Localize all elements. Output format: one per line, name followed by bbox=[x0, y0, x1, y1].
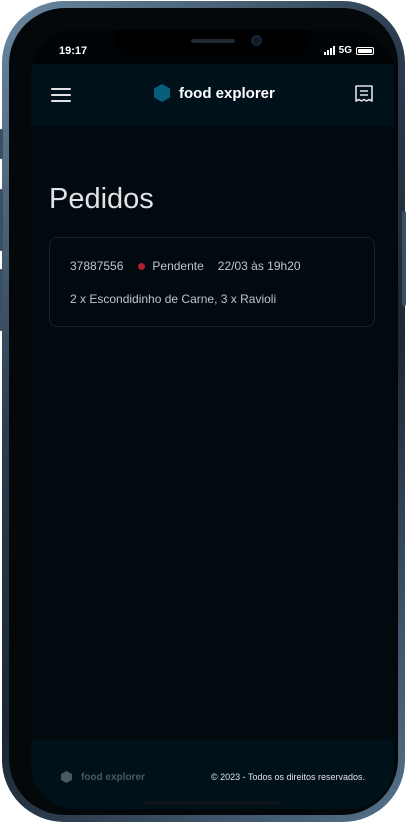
order-date: 22/03 às 19h20 bbox=[217, 259, 301, 273]
order-summary: 37887556 Pendente 22/03 às 19h20 bbox=[70, 259, 301, 273]
order-items: 2 x Escondidinho de Carne, 3 x Ravioli bbox=[70, 292, 277, 306]
page-title: Pedidos bbox=[49, 183, 154, 215]
app-footer: food explorer © 2023 - Todos os direitos… bbox=[31, 740, 394, 809]
network-type: 5G bbox=[338, 45, 352, 56]
status-bar: 19:17 5G bbox=[31, 30, 394, 64]
main-content: Pedidos 37887556 Pendente 22/03 às 19h20… bbox=[31, 126, 394, 740]
logo-hex-icon bbox=[154, 84, 170, 102]
device-bezel: 19:17 5G food explorer Pedidos 37887556 … bbox=[9, 8, 398, 815]
notch bbox=[115, 30, 311, 57]
order-status: Pendente bbox=[152, 259, 204, 273]
mute-switch bbox=[0, 129, 3, 159]
battery-icon bbox=[356, 46, 374, 55]
screen: 19:17 5G food explorer Pedidos 37887556 … bbox=[31, 30, 394, 809]
signal-icon bbox=[323, 46, 335, 55]
brand-logo[interactable]: food explorer bbox=[154, 84, 275, 102]
menu-icon[interactable] bbox=[51, 88, 71, 102]
app-header: food explorer bbox=[31, 64, 394, 126]
brand-name: food explorer bbox=[179, 84, 275, 102]
status-indicators: 5G bbox=[323, 45, 374, 56]
status-dot-icon bbox=[138, 262, 146, 270]
footer-brand-name: food explorer bbox=[81, 771, 145, 783]
volume-up-button bbox=[0, 189, 3, 251]
order-id: 37887556 bbox=[70, 259, 124, 273]
status-time: 19:17 bbox=[59, 45, 88, 57]
footer-brand: food explorer bbox=[61, 771, 145, 783]
home-indicator[interactable] bbox=[144, 801, 280, 805]
footer-logo-icon bbox=[61, 771, 72, 783]
copyright-text: © 2023 - Todos os direitos reservados. bbox=[210, 772, 365, 782]
receipt-icon[interactable] bbox=[354, 84, 374, 104]
speaker bbox=[191, 39, 235, 43]
volume-down-button bbox=[0, 269, 3, 331]
device-frame: 19:17 5G food explorer Pedidos 37887556 … bbox=[0, 1, 406, 822]
order-card[interactable]: 37887556 Pendente 22/03 às 19h20 2 x Esc… bbox=[49, 237, 375, 327]
camera bbox=[251, 35, 262, 46]
power-button bbox=[402, 211, 406, 306]
